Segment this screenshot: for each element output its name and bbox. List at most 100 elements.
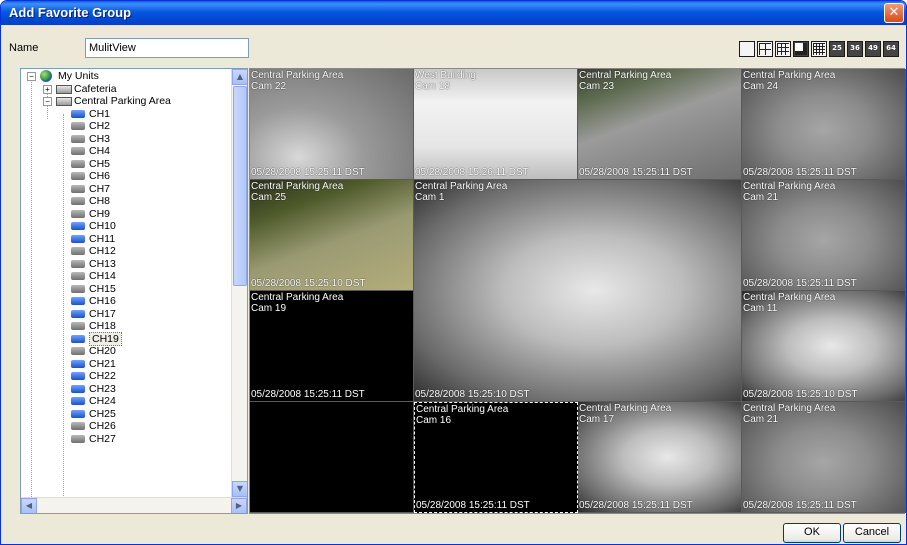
camera-icon bbox=[71, 347, 85, 355]
camera-unit-name: Central Parking Area bbox=[251, 181, 344, 192]
tree-node-ch5[interactable]: CH5 bbox=[21, 158, 247, 171]
camera-unit-name: Central Parking Area bbox=[416, 404, 509, 415]
tree-vertical-scrollbar[interactable]: ▲ ▼ bbox=[231, 69, 247, 497]
camera-name: Cam 17 bbox=[579, 414, 615, 425]
tree-horizontal-scrollbar[interactable]: ◀ ▶ bbox=[21, 497, 247, 513]
cancel-button[interactable]: Cancel bbox=[843, 523, 901, 543]
tree-node-label: CH9 bbox=[89, 207, 111, 220]
tree-node-ch8[interactable]: CH8 bbox=[21, 195, 247, 208]
camera-icon bbox=[71, 197, 85, 205]
tree-node-ch19[interactable]: CH19 bbox=[21, 331, 247, 346]
camera-cell[interactable]: Central Parking Area Cam 11 05/28/2008 15:… bbox=[742, 291, 906, 402]
camera-name: Cam 21 bbox=[743, 414, 779, 425]
tree-node-ch12[interactable]: CH12 bbox=[21, 245, 247, 258]
camera-cell[interactable]: West Building Cam 18 05/28/2008 15:26:11 D… bbox=[414, 69, 578, 180]
layout-1plus5-button[interactable] bbox=[793, 41, 809, 57]
camera-cell[interactable]: Central Parking Area Cam 16 05/28/2008 15:… bbox=[414, 402, 578, 513]
tree-node-label: CH21 bbox=[89, 357, 116, 370]
layout-2x2-button[interactable] bbox=[757, 41, 773, 57]
tree-node-ch3[interactable]: CH3 bbox=[21, 133, 247, 146]
camera-cell[interactable]: Central Parking Area Cam 22 05/28/2008 15:… bbox=[250, 69, 414, 180]
tree-node-central-parking-area[interactable]: − Central Parking Area bbox=[21, 95, 247, 108]
tree-node-cafeteria[interactable]: + Cafeteria bbox=[21, 83, 247, 96]
camera-icon bbox=[71, 284, 85, 293]
ok-button[interactable]: OK bbox=[783, 523, 841, 543]
layout-49-button[interactable]: 49 bbox=[865, 41, 881, 57]
camera-caption: Central Parking Area Cam 1 bbox=[415, 181, 507, 203]
camera-cell[interactable]: Central Parking Area Cam 17 05/28/2008 15:… bbox=[578, 402, 742, 513]
tree-node-ch16[interactable]: CH16 bbox=[21, 295, 247, 308]
layout-36-button[interactable]: 36 bbox=[847, 41, 863, 57]
expand-icon[interactable]: + bbox=[43, 84, 52, 94]
tree-node-ch23[interactable]: CH23 bbox=[21, 383, 247, 396]
camera-cell[interactable]: Central Parking Area Cam 21 05/28/2008 15:… bbox=[742, 180, 906, 291]
camera-cell[interactable]: Central Parking Area Cam 24 05/28/2008 15:… bbox=[742, 69, 906, 180]
camera-icon bbox=[71, 109, 85, 118]
tree-node-ch22[interactable]: CH22 bbox=[21, 370, 247, 383]
camera-cell[interactable] bbox=[250, 402, 414, 513]
camera-icon bbox=[71, 172, 85, 180]
tree-node-ch15[interactable]: CH15 bbox=[21, 283, 247, 296]
scroll-thumb[interactable] bbox=[233, 86, 247, 286]
layout-25-button[interactable]: 25 bbox=[829, 41, 845, 57]
scroll-down-button[interactable]: ▼ bbox=[232, 481, 247, 497]
camera-icon bbox=[71, 422, 85, 430]
camera-caption: Central Parking Area Cam 22 bbox=[251, 70, 343, 92]
camera-cell[interactable]: Central Parking Area Cam 19 05/28/2008 15:… bbox=[250, 291, 414, 402]
tree-node-label: CH14 bbox=[89, 270, 116, 282]
camera-unit-name: Central Parking Area bbox=[743, 70, 836, 81]
tree-node-ch13[interactable]: CH13 bbox=[21, 258, 247, 271]
tree-node-label: CH26 bbox=[89, 420, 116, 432]
layout-1x1-button[interactable] bbox=[739, 41, 755, 57]
layout-64-button[interactable]: 64 bbox=[883, 41, 899, 57]
tree-node-ch9[interactable]: CH9 bbox=[21, 208, 247, 221]
camera-icon bbox=[71, 209, 85, 218]
camera-caption: Central Parking Area Cam 21 bbox=[743, 403, 835, 425]
camera-name: Cam 21 bbox=[743, 192, 779, 203]
scroll-up-button[interactable]: ▲ bbox=[232, 69, 247, 85]
camera-icon bbox=[71, 122, 85, 130]
add-favorite-group-dialog: Add Favorite Group ✕ Name 25 36 49 64 − My U… bbox=[0, 0, 907, 545]
tree-node-label: CH24 bbox=[89, 395, 116, 407]
camera-cell[interactable]: Central Parking Area Cam 25 05/28/2008 15:… bbox=[250, 180, 414, 291]
scroll-right-button[interactable]: ▶ bbox=[231, 498, 247, 513]
camera-icon bbox=[71, 409, 85, 418]
name-input[interactable] bbox=[85, 38, 249, 58]
tree-node-label: CH5 bbox=[89, 157, 111, 170]
camera-timestamp: 05/28/2008 15:25:11 DST bbox=[416, 500, 530, 511]
tree-node-ch17[interactable]: CH17 bbox=[21, 308, 247, 321]
collapse-icon[interactable]: − bbox=[27, 72, 36, 81]
tree-node-ch4[interactable]: CH4 bbox=[21, 145, 247, 158]
close-button[interactable]: ✕ bbox=[884, 3, 904, 23]
globe-icon bbox=[40, 70, 52, 82]
camera-icon bbox=[71, 297, 85, 305]
tree-node-ch20[interactable]: CH20 bbox=[21, 345, 247, 358]
tree-node-ch10[interactable]: CH10 bbox=[21, 220, 247, 233]
tree-node-my-units[interactable]: − My Units bbox=[21, 70, 247, 83]
tree-node-ch6[interactable]: CH6 bbox=[21, 170, 247, 183]
tree-node-ch25[interactable]: CH25 bbox=[21, 408, 247, 421]
layout-3x3-button[interactable] bbox=[775, 41, 791, 57]
tree-node-ch24[interactable]: CH24 bbox=[21, 395, 247, 408]
tree-node-ch21[interactable]: CH21 bbox=[21, 358, 247, 371]
camera-cell[interactable]: Central Parking Area Cam 1 05/28/2008 15:2… bbox=[414, 180, 742, 402]
tree-node-ch7[interactable]: CH7 bbox=[21, 183, 247, 196]
layout-4x4-button[interactable] bbox=[811, 41, 827, 57]
title-bar: Add Favorite Group ✕ bbox=[1, 1, 906, 25]
camera-unit-name: Central Parking Area bbox=[743, 181, 836, 192]
camera-cell[interactable]: Central Parking Area Cam 21 05/28/2008 15:… bbox=[742, 402, 906, 513]
camera-timestamp: 05/28/2008 15:25:10 DST bbox=[743, 389, 858, 400]
tree-node-ch11[interactable]: CH11 bbox=[21, 233, 247, 246]
scroll-left-button[interactable]: ◀ bbox=[21, 498, 37, 513]
collapse-icon[interactable]: − bbox=[43, 97, 52, 106]
camera-icon bbox=[71, 259, 85, 268]
tree-node-ch18[interactable]: CH18 bbox=[21, 320, 247, 333]
tree-node-ch1[interactable]: CH1 bbox=[21, 108, 247, 121]
camera-timestamp: 05/28/2008 15:26:11 DST bbox=[415, 167, 529, 178]
camera-cell[interactable]: Central Parking Area Cam 23 05/28/2008 15:… bbox=[578, 69, 742, 180]
tree-node-ch14[interactable]: CH14 bbox=[21, 270, 247, 283]
tree-node-ch27[interactable]: CH27 bbox=[21, 433, 247, 446]
tree-node-ch2[interactable]: CH2 bbox=[21, 120, 247, 133]
camera-timestamp: 05/28/2008 15:25:11 DST bbox=[251, 389, 365, 400]
tree-node-ch26[interactable]: CH26 bbox=[21, 420, 247, 433]
